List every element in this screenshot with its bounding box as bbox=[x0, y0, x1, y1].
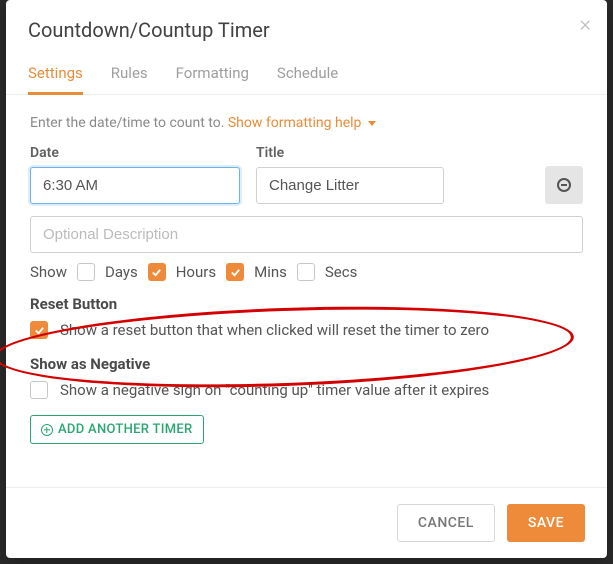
tab-settings[interactable]: Settings bbox=[28, 56, 83, 94]
reset-option-row: Show a reset button that when clicked wi… bbox=[30, 321, 583, 339]
modal-title: Countdown/Countup Timer bbox=[28, 18, 270, 42]
show-label: Show bbox=[30, 263, 67, 281]
negative-heading: Show as Negative bbox=[30, 355, 583, 373]
remove-timer-button[interactable] bbox=[545, 166, 583, 204]
description-input[interactable] bbox=[30, 216, 583, 253]
title-label: Title bbox=[256, 145, 444, 161]
formatting-help-label: Show formatting help bbox=[228, 115, 362, 131]
negative-checkbox[interactable] bbox=[30, 381, 48, 399]
save-button[interactable]: SAVE bbox=[507, 504, 585, 542]
mins-label: Mins bbox=[254, 263, 287, 281]
plus-circle-icon bbox=[41, 424, 53, 436]
date-label: Date bbox=[30, 145, 240, 161]
intro-text: Enter the date/time to count to. Show fo… bbox=[30, 115, 583, 131]
tab-bar: Settings Rules Formatting Schedule bbox=[6, 56, 607, 95]
add-another-timer-button[interactable]: ADD ANOTHER TIMER bbox=[30, 415, 204, 444]
close-icon[interactable]: × bbox=[579, 14, 591, 36]
reset-heading: Reset Button bbox=[30, 295, 583, 313]
date-title-row: Date Title bbox=[30, 145, 583, 204]
secs-checkbox[interactable] bbox=[297, 263, 315, 281]
negative-option-label: Show a negative sign on "counting up" ti… bbox=[60, 381, 489, 399]
remove-icon bbox=[557, 178, 571, 192]
hours-label: Hours bbox=[176, 263, 216, 281]
modal-footer: CANCEL SAVE bbox=[6, 487, 607, 558]
reset-checkbox[interactable] bbox=[30, 321, 48, 339]
date-field: Date bbox=[30, 145, 240, 204]
intro-static: Enter the date/time to count to. bbox=[30, 115, 228, 131]
add-another-timer-label: ADD ANOTHER TIMER bbox=[58, 422, 193, 437]
tab-formatting[interactable]: Formatting bbox=[176, 56, 249, 94]
secs-label: Secs bbox=[325, 263, 357, 281]
mins-checkbox[interactable] bbox=[226, 263, 244, 281]
chevron-down-icon bbox=[368, 121, 376, 126]
days-checkbox[interactable] bbox=[77, 263, 95, 281]
show-units-row: Show Days Hours Mins Secs bbox=[30, 263, 583, 281]
modal-body: Enter the date/time to count to. Show fo… bbox=[6, 95, 607, 487]
title-input[interactable] bbox=[256, 167, 444, 204]
cancel-button[interactable]: CANCEL bbox=[397, 504, 495, 542]
days-label: Days bbox=[105, 263, 138, 281]
modal-header: Countdown/Countup Timer × bbox=[6, 0, 607, 56]
tab-schedule[interactable]: Schedule bbox=[277, 56, 338, 94]
formatting-help-link[interactable]: Show formatting help bbox=[228, 115, 376, 131]
timer-config-modal: Countdown/Countup Timer × Settings Rules… bbox=[6, 0, 607, 558]
negative-option-row: Show a negative sign on "counting up" ti… bbox=[30, 381, 583, 399]
hours-checkbox[interactable] bbox=[148, 263, 166, 281]
reset-option-label: Show a reset button that when clicked wi… bbox=[60, 321, 489, 339]
date-input[interactable] bbox=[30, 167, 240, 204]
title-field: Title bbox=[256, 145, 444, 204]
tab-rules[interactable]: Rules bbox=[111, 56, 148, 94]
